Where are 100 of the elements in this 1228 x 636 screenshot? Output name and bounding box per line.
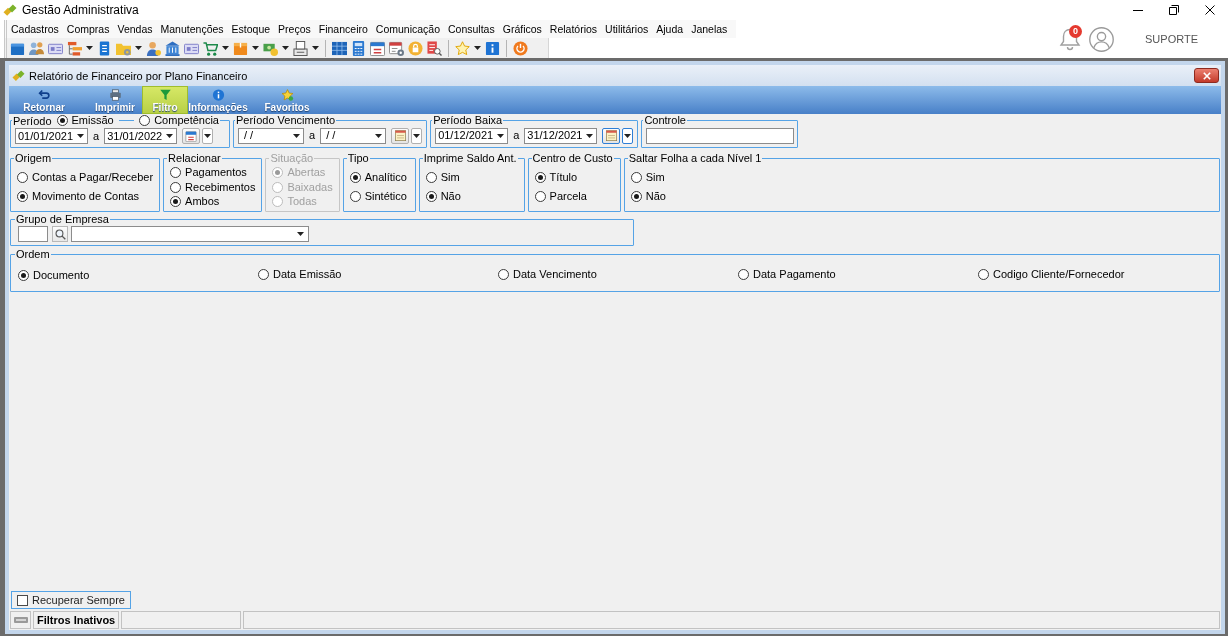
- caret-icon[interactable]: [297, 232, 304, 236]
- radio-option[interactable]: Documento: [18, 268, 90, 282]
- radio-option[interactable]: Ambos: [170, 195, 256, 209]
- caret-icon[interactable]: [166, 134, 174, 138]
- menu-item[interactable]: Manutenções: [159, 21, 225, 37]
- caret-icon[interactable]: [204, 134, 212, 138]
- spreadsheet-icon[interactable]: [332, 40, 347, 56]
- group-label: Origem: [14, 152, 53, 164]
- caret-icon[interactable]: [312, 46, 319, 50]
- close-icon[interactable]: [1205, 5, 1215, 15]
- radio-option[interactable]: Movimento de Contas: [17, 190, 154, 204]
- close-button[interactable]: [1194, 68, 1219, 83]
- menu-item[interactable]: Utilitários: [604, 21, 650, 37]
- group-label: Tipo: [346, 152, 370, 164]
- checkbox-option[interactable]: Recuperar Sempre: [11, 591, 131, 609]
- range-label: a: [93, 129, 100, 143]
- dropdown-button[interactable]: [411, 127, 423, 144]
- range-label: a: [513, 129, 520, 142]
- radio-option[interactable]: Sim: [630, 170, 1213, 184]
- radio-option[interactable]: Título: [534, 170, 614, 184]
- radio-option[interactable]: Pagamentos: [170, 165, 256, 179]
- dropdown-button[interactable]: [202, 128, 214, 144]
- caret-icon[interactable]: [282, 46, 289, 50]
- group-label: Ordem: [15, 248, 51, 260]
- menu-item[interactable]: Janelas: [690, 21, 729, 37]
- info-icon[interactable]: [485, 40, 500, 56]
- notification-count: 0: [1069, 25, 1082, 38]
- calendar-button[interactable]: [391, 127, 410, 144]
- radio-option[interactable]: Não: [630, 190, 1213, 204]
- calendar-button[interactable]: [182, 128, 201, 144]
- radio-option[interactable]: Emissão: [56, 114, 114, 127]
- menu-item[interactable]: Consultas: [447, 21, 496, 37]
- date-field[interactable]: / /: [320, 127, 387, 144]
- menu-item[interactable]: Cadastros: [10, 21, 60, 37]
- combo-field[interactable]: [71, 226, 309, 242]
- star-icon[interactable]: [455, 40, 470, 56]
- calendar-settings-icon[interactable]: [389, 40, 404, 56]
- radio-option[interactable]: Codigo Cliente/Fornecedor: [978, 267, 1125, 281]
- menu-item[interactable]: Gráficos: [501, 21, 543, 37]
- radio-option[interactable]: Sintético: [349, 190, 409, 204]
- date-field[interactable]: / /: [238, 127, 304, 144]
- bell-icon[interactable]: [1059, 27, 1081, 51]
- group-label: Controle: [643, 114, 687, 126]
- radio-option[interactable]: Recebimentos: [170, 180, 256, 194]
- menu-item[interactable]: Estoque: [230, 21, 272, 37]
- group-label: Saltar Folha a cada Nível 1: [627, 152, 763, 164]
- caret-icon[interactable]: [497, 133, 505, 138]
- status-text: Filtros Inativos: [37, 614, 116, 626]
- radio-option[interactable]: Data Pagamento: [738, 267, 836, 281]
- close-icon: [1202, 71, 1211, 80]
- caret-icon[interactable]: [252, 46, 259, 50]
- radio-option[interactable]: Contas a Pagar/Receber: [17, 170, 154, 184]
- caret-icon[interactable]: [86, 46, 93, 50]
- menu-item[interactable]: Vendas: [116, 21, 154, 37]
- group-label: Grupo de Empresa: [15, 213, 110, 225]
- radio-option[interactable]: Não: [425, 190, 518, 204]
- radio-option[interactable]: Sim: [425, 170, 518, 184]
- user-icon[interactable]: [146, 40, 161, 56]
- date-field[interactable]: 31/01/2022: [104, 128, 178, 144]
- caret-icon[interactable]: [77, 134, 85, 138]
- input-field[interactable]: [646, 127, 795, 144]
- window-title: Gestão Administrativa: [22, 3, 140, 17]
- radio-option[interactable]: Data Emissão: [258, 267, 342, 281]
- menu-item[interactable]: Relatórios: [548, 21, 599, 37]
- radio-option[interactable]: Competência: [139, 114, 219, 127]
- restore-icon[interactable]: [1169, 5, 1179, 15]
- caret-icon[interactable]: [293, 133, 300, 138]
- date-field[interactable]: 01/01/2021: [15, 128, 89, 144]
- menu-item[interactable]: Comunicação: [374, 21, 441, 37]
- radio-option[interactable]: Data Vencimento: [498, 267, 597, 281]
- caret-icon[interactable]: [474, 46, 481, 50]
- printer-icon[interactable]: [293, 40, 308, 56]
- caret-icon[interactable]: [135, 46, 142, 50]
- group-label: Período Baixa: [432, 114, 504, 126]
- document-icon[interactable]: [97, 40, 112, 56]
- date-field[interactable]: 01/12/2021: [435, 127, 509, 144]
- caret-icon[interactable]: [586, 133, 594, 138]
- report-search-icon[interactable]: [427, 40, 442, 56]
- menu-item[interactable]: Financeiro: [317, 21, 369, 37]
- bank-icon[interactable]: [165, 40, 180, 56]
- caret-icon[interactable]: [413, 133, 421, 138]
- caret-icon[interactable]: [222, 46, 229, 50]
- menu-item[interactable]: Preços: [277, 21, 312, 37]
- caret-icon[interactable]: [624, 133, 632, 138]
- date-field[interactable]: 31/12/2021: [524, 127, 598, 144]
- users-icon[interactable]: [29, 40, 44, 56]
- user-icon[interactable]: [1089, 26, 1114, 52]
- dropdown-button[interactable]: [622, 127, 634, 144]
- caret-icon[interactable]: [375, 133, 383, 138]
- calendar-button[interactable]: [602, 127, 621, 144]
- calendar-icon[interactable]: [370, 40, 385, 56]
- search-button[interactable]: [52, 226, 68, 242]
- radio-option[interactable]: Parcela: [534, 190, 614, 204]
- power-icon[interactable]: [513, 40, 528, 56]
- radio-option[interactable]: Analítico: [349, 170, 409, 184]
- menu-item[interactable]: Ajuda: [655, 21, 685, 37]
- cart-icon[interactable]: [203, 40, 218, 56]
- input-field[interactable]: [18, 226, 48, 242]
- menu-item[interactable]: Compras: [65, 21, 111, 37]
- calculator-icon[interactable]: [351, 40, 366, 56]
